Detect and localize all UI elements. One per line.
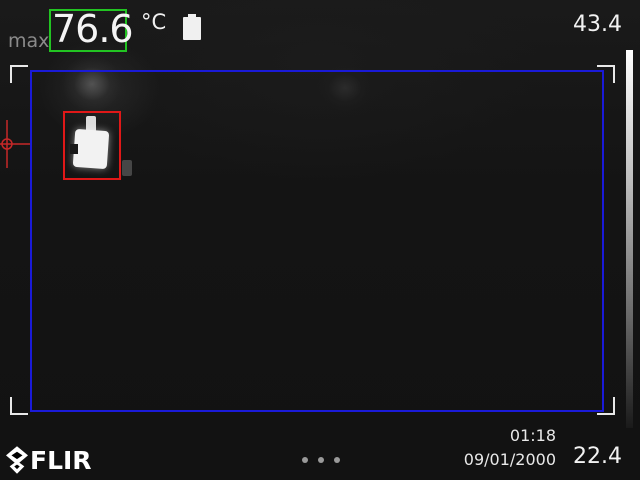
max-label: max [8, 30, 50, 52]
logo-text: FLIR [30, 445, 92, 475]
flir-logo: FLIR [6, 444, 92, 476]
temperature-unit: °C [141, 10, 167, 34]
clock-date: 09/01/2000 [463, 450, 556, 469]
scale-max-value: 43.4 [573, 12, 622, 37]
clock-time: 01:18 [509, 426, 556, 445]
frame-corner-top-left [10, 65, 28, 83]
flir-diamond-icon [6, 446, 28, 474]
thermal-camera-screen: max 76.6 °C 43.4 22.4 FLIR 01:18 09/01/2… [0, 0, 640, 480]
frame-corner-top-right [597, 65, 615, 83]
hot-spot-marker [63, 111, 121, 180]
dot [318, 457, 324, 463]
dot [302, 457, 308, 463]
frame-corner-bottom-left [10, 397, 28, 415]
frame-corner-bottom-right [597, 397, 615, 415]
scale-min-value: 22.4 [573, 444, 622, 469]
max-temperature-value: 76.6 [52, 7, 134, 51]
color-scale-bar [626, 50, 633, 428]
battery-icon [183, 14, 201, 40]
more-dots-icon[interactable] [302, 456, 340, 464]
dot [334, 457, 340, 463]
spot-crosshair-icon[interactable] [0, 120, 30, 170]
